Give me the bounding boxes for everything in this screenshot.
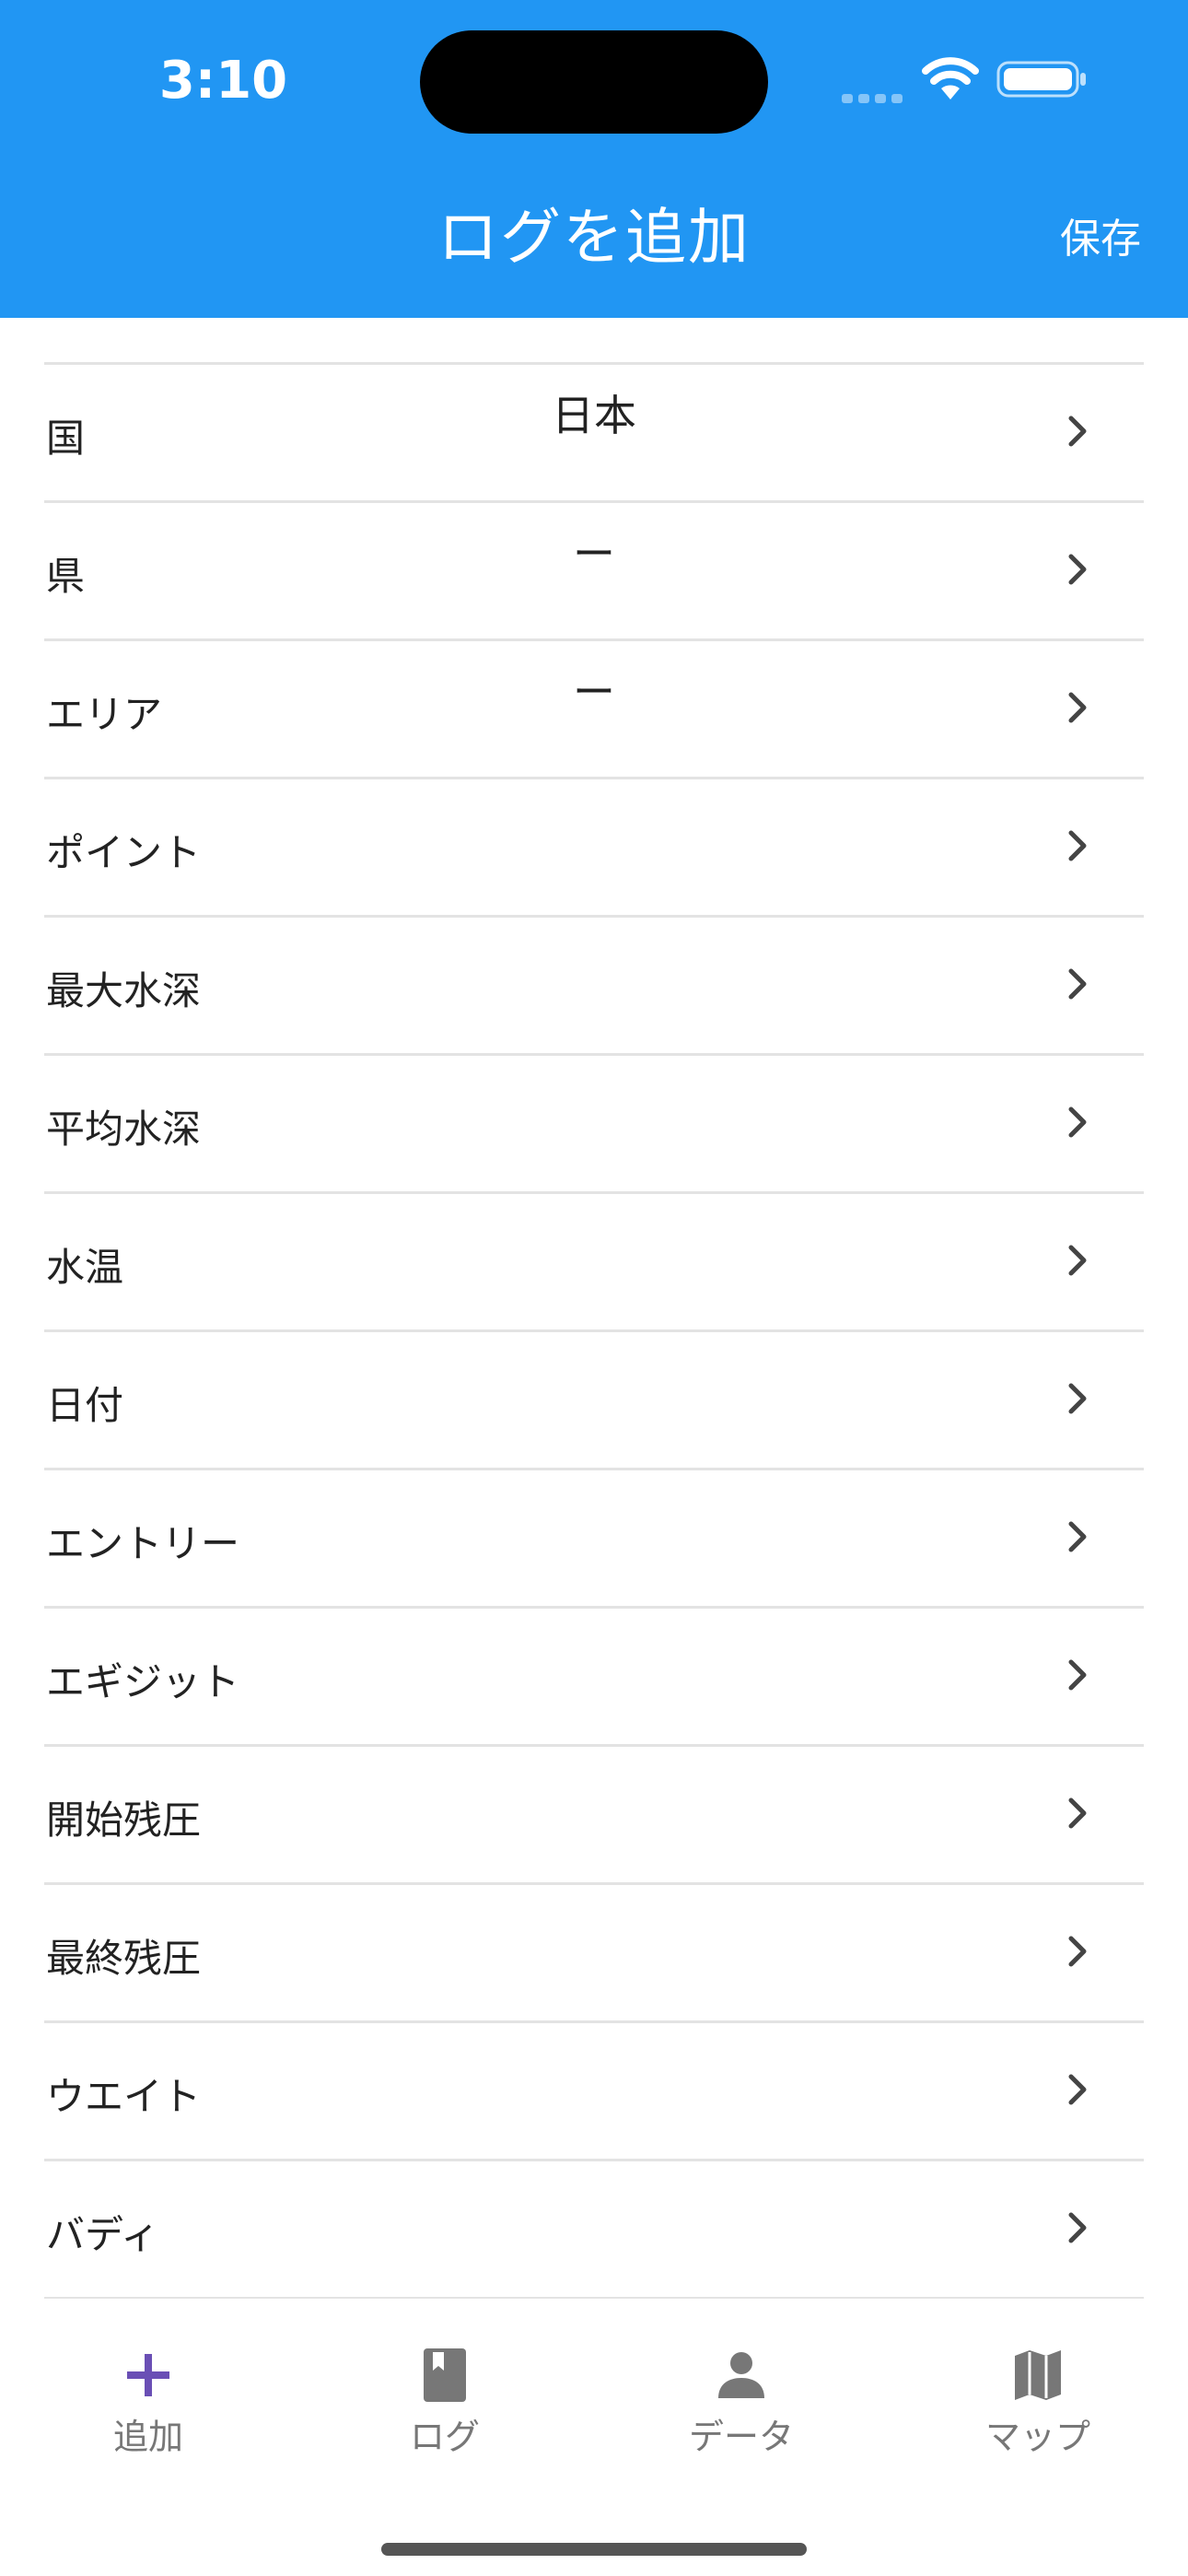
chevron-right-icon [1068,830,1087,861]
row-value: 日本 [552,391,636,440]
form-row[interactable]: エギジット [44,1609,1144,1747]
row-label: エギジット [46,1659,240,1704]
chevron-right-icon [1068,416,1087,447]
tab-data[interactable]: データ [593,2345,890,2483]
form-row[interactable]: ウエイト [44,2023,1144,2161]
chevron-right-icon [1068,1383,1087,1414]
form-row[interactable]: 最大水深 [44,918,1144,1056]
battery-icon [996,61,1086,98]
form-row[interactable]: 水温 [44,1194,1144,1332]
person-icon [718,2352,764,2398]
chevron-right-icon [1068,1107,1087,1138]
form-row[interactable]: ポイント [44,779,1144,918]
form-row[interactable]: 平均水深 [44,1056,1144,1194]
form-row[interactable]: バディ [44,2161,1144,2299]
book-icon [424,2348,466,2402]
form-row[interactable]: エリア ー [44,641,1144,779]
form-row[interactable]: 国 日本 [44,365,1144,503]
row-label: 開始残圧 [46,1797,202,1843]
form-row[interactable]: 県ー [44,503,1144,641]
row-value: ー [573,667,615,717]
row-label: 最大水深 [46,968,202,1013]
chevron-right-icon [1068,2212,1087,2243]
tab-label: データ [688,2417,794,2457]
form-row[interactable]: 最終残圧 [44,1885,1144,2023]
chevron-right-icon [1068,1245,1087,1276]
map-icon [1015,2350,1061,2400]
chevron-right-icon [1068,554,1087,585]
chevron-right-icon [1068,2074,1087,2105]
plus-icon [127,2354,169,2396]
chevron-right-icon [1068,1936,1087,1967]
chevron-right-icon [1068,1521,1087,1552]
chevron-right-icon [1068,1659,1087,1691]
chevron-right-icon [1068,1797,1087,1829]
tab-add[interactable]: 追加 [0,2345,297,2483]
app-bar: 3:10 ログを追加 保存 [0,0,1188,318]
tab-bar: 追加 ログ データ マップ [0,2299,1188,2576]
tab-label: ログ [409,2417,480,2457]
row-label: エントリー [46,1521,240,1566]
row-label: 県 [46,554,86,599]
log-form-list: 国日本県ーエリアーポイント 最大水深 平均水深 水温 日付 エントリー エギジット 開始残圧最… [0,318,1188,2299]
row-label: 平均水深 [46,1107,202,1152]
form-rows: 国日本県ーエリアーポイント 最大水深 平均水深 水温 日付 エントリー エギジット 開始残圧最… [0,365,1188,2299]
row-label: 最終残圧 [46,1936,202,1981]
tab-map[interactable]: マップ [890,2345,1186,2483]
row-label: ウエイト [46,2074,202,2119]
dynamic-island [420,30,768,134]
row-value: ー [573,529,615,579]
tab-label: 追加 [112,2417,183,2457]
row-label: 水温 [46,1245,124,1290]
cellular-signal-icon [842,77,908,103]
row-label: ポイント [46,830,202,875]
page-title: ログを追加 [437,202,751,273]
row-label: 日付 [46,1383,124,1428]
tab-log[interactable]: ログ [297,2345,593,2483]
row-label: エリア [46,692,163,737]
row-label: バディ [46,2212,160,2257]
screen: 3:10 ログを追加 保存 国日本県ーエリアーポイント 最大水深 平均水深 水温 日付エ… [0,0,1188,2576]
save-button[interactable]: 保存 [1045,207,1156,272]
chevron-right-icon [1068,692,1087,723]
form-row[interactable]: エントリー [44,1470,1144,1609]
chevron-right-icon [1068,968,1087,1000]
tab-label: マップ [984,2417,1090,2457]
row-label: 国 [46,416,86,461]
home-indicator [381,2543,807,2556]
form-row[interactable]: 日付 [44,1332,1144,1470]
wifi-icon [922,57,979,100]
form-row[interactable]: 開始残圧 [44,1747,1144,1885]
status-time: 3:10 [158,51,288,111]
